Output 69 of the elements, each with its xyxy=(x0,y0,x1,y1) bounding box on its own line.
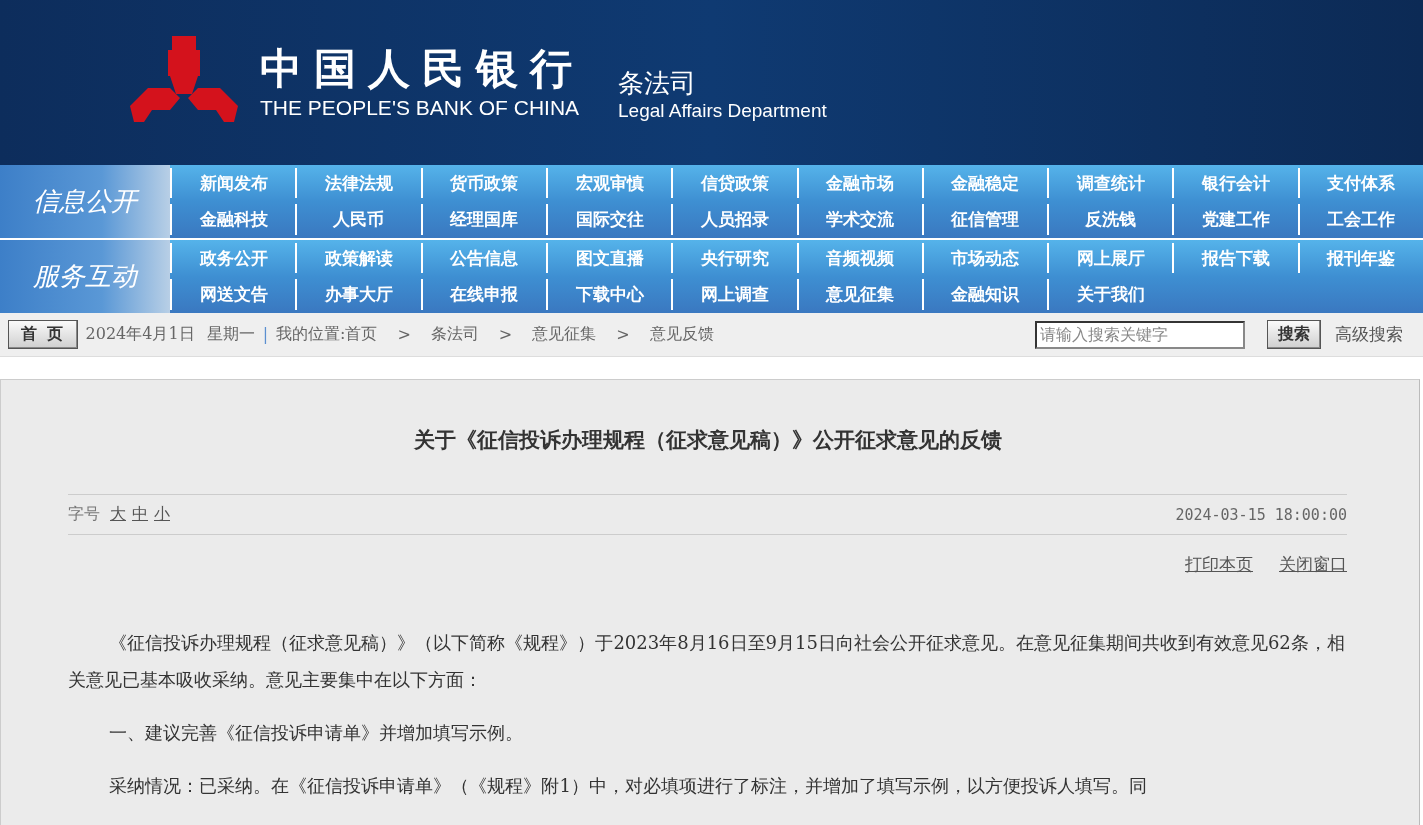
nav-link[interactable]: 学术交流 xyxy=(796,204,922,235)
article-paragraph: 采纳情况：已采纳。在《征信投诉申请单》（《规程》附1）中，对必填项进行了标注，并增加了填写示例，以方便投诉人填写。同 xyxy=(108,774,1148,798)
nav-link[interactable]: 人员招录 xyxy=(671,204,797,235)
font-size-link[interactable]: 小 xyxy=(154,504,170,525)
nav-link[interactable]: 工会工作 xyxy=(1297,204,1423,235)
nav-link[interactable]: 下载中心 xyxy=(545,279,672,310)
breadcrumb-link[interactable]: 意见征集 xyxy=(532,324,597,345)
nav-link[interactable]: 政务公开 xyxy=(170,243,296,273)
nav-link[interactable]: 支付体系 xyxy=(1297,168,1423,198)
breadcrumb-separator: > xyxy=(498,325,513,344)
article-action-link[interactable]: 打印本页 xyxy=(1185,553,1253,576)
nav-link[interactable]: 经理国库 xyxy=(420,204,546,235)
advanced-search-link[interactable]: 高级搜索 xyxy=(1335,323,1403,346)
font-size-link[interactable]: 中 xyxy=(132,504,148,525)
nav-link[interactable]: 网上调查 xyxy=(671,279,797,310)
article-paragraph: 《征信投诉办理规程（征求意见稿）》（以下简称《规程》）于2023年8月16日至9月15日向社会公开征求意见。在意见征集期间共收到有效意见62条，相关意见已基本吸收采纳。意见主要集中在以下方面： xyxy=(68,631,1346,692)
nav-link[interactable]: 音频视频 xyxy=(796,243,922,273)
department-name-english: Legal Affairs Department xyxy=(618,101,827,123)
nav-link[interactable]: 在线申报 xyxy=(420,279,546,310)
nav-link[interactable]: 征信管理 xyxy=(921,204,1048,235)
breadcrumb-separator: > xyxy=(616,325,630,344)
search-field[interactable]: 请输入搜索关键字 xyxy=(1035,320,1245,349)
font-size-label: 字号 xyxy=(68,504,100,525)
nav-link[interactable]: 图文直播 xyxy=(545,243,672,273)
nav-link[interactable]: 人民币 xyxy=(295,204,421,235)
article-title: 关于《征信投诉办理规程（征求意见稿）》公开征求意见的反馈 xyxy=(412,426,1003,454)
nav-link[interactable]: 政策解读 xyxy=(295,243,421,273)
nav-link[interactable]: 信贷政策 xyxy=(671,168,797,198)
publish-datetime: 2024-03-15 18:00:00 xyxy=(1175,505,1347,524)
font-size-link[interactable]: 大 xyxy=(110,504,126,525)
weekday: 星期一 xyxy=(206,324,255,345)
nav-link[interactable]: 报告下载 xyxy=(1172,243,1298,273)
search-button[interactable]: 搜索 xyxy=(1267,320,1321,349)
nav-section-label: 信息公开 xyxy=(0,165,170,238)
nav-link[interactable]: 反洗钱 xyxy=(1047,204,1173,235)
nav-link[interactable]: 调查统计 xyxy=(1047,168,1173,198)
nav-link[interactable]: 宏观审慎 xyxy=(545,168,672,198)
breadcrumb-separator: > xyxy=(397,325,411,344)
nav-link[interactable]: 党建工作 xyxy=(1172,204,1298,235)
nav-link[interactable]: 公告信息 xyxy=(420,243,546,273)
nav-link[interactable]: 新闻发布 xyxy=(170,168,296,198)
divider-mark: | xyxy=(262,325,269,344)
breadcrumb-link[interactable]: 意见反馈 xyxy=(649,324,714,345)
nav-link[interactable]: 金融科技 xyxy=(170,204,296,235)
nav-link[interactable]: 央行研究 xyxy=(671,243,797,273)
department-name: 条法司 xyxy=(618,68,697,98)
nav-link[interactable]: 金融稳定 xyxy=(921,168,1048,198)
nav-link[interactable]: 网送文告 xyxy=(170,279,296,310)
nav-link[interactable]: 金融市场 xyxy=(796,168,922,198)
nav-link[interactable]: 网上展厅 xyxy=(1047,243,1173,273)
nav-link[interactable]: 金融知识 xyxy=(921,279,1048,310)
nav-link[interactable]: 报刊年鉴 xyxy=(1297,243,1423,273)
current-date: 2024年4月1日 xyxy=(85,324,195,345)
home-button[interactable]: 首 页 xyxy=(8,320,78,349)
nav-link[interactable]: 国际交往 xyxy=(545,204,672,235)
nav-link[interactable]: 意见征集 xyxy=(796,279,922,310)
nav-link[interactable]: 关于我们 xyxy=(1047,279,1173,310)
nav-link[interactable]: 办事大厅 xyxy=(295,279,421,310)
article-paragraph: 一、建议完善《征信投诉申请单》并增加填写示例。 xyxy=(108,721,525,745)
nav-link[interactable]: 银行会计 xyxy=(1172,168,1298,198)
article-action-link[interactable]: 关闭窗口 xyxy=(1279,553,1347,576)
breadcrumb-link[interactable]: 条法司 xyxy=(430,324,479,345)
location-label: 我的位置:首页 xyxy=(276,324,378,345)
nav-section-label: 服务互动 xyxy=(0,240,170,313)
bank-name-english: THE PEOPLE'S BANK OF CHINA xyxy=(260,96,581,120)
nav-link[interactable]: 法律法规 xyxy=(295,168,421,198)
nav-link[interactable]: 货币政策 xyxy=(420,168,546,198)
nav-link[interactable]: 市场动态 xyxy=(921,243,1048,273)
bank-name: 中国人民银行 xyxy=(260,45,584,93)
